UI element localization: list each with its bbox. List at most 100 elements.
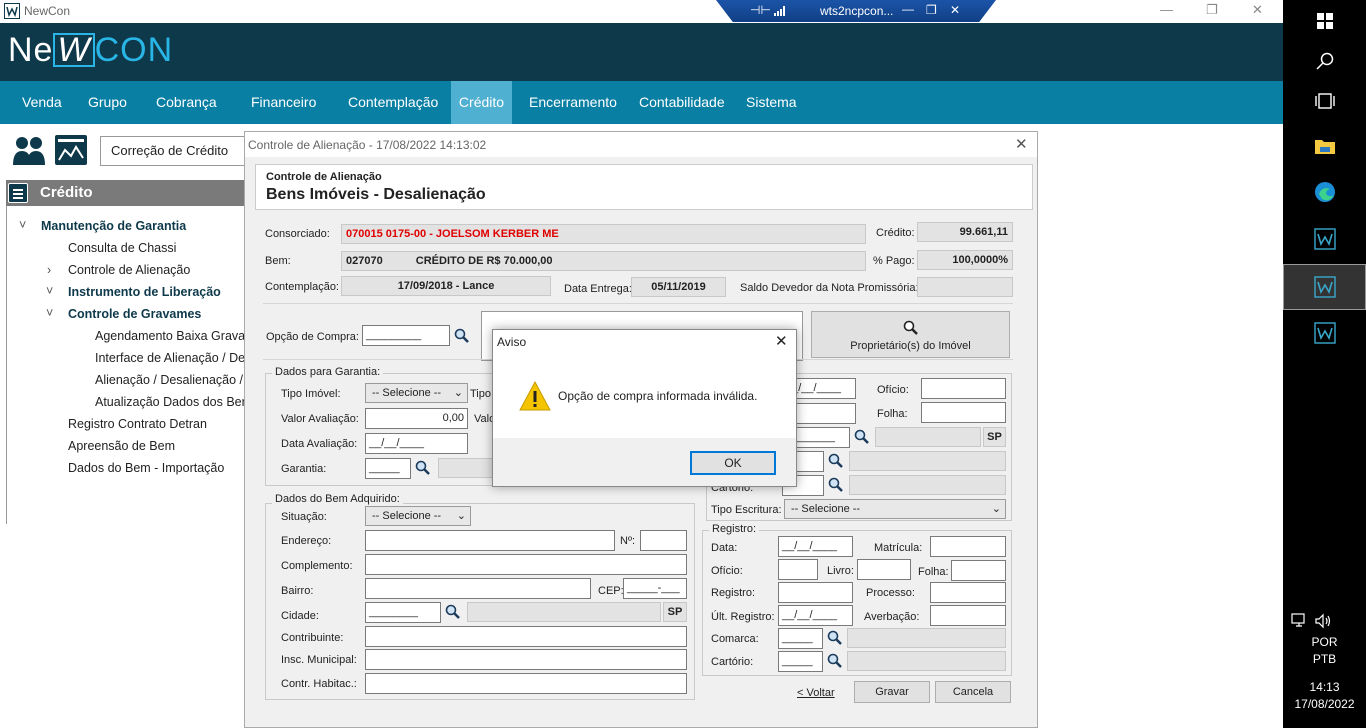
sidebar-item-agendamento[interactable]: Agendamento Baixa Gravam [95,329,256,343]
expand-icon[interactable]: ˅ [19,218,26,232]
registro-cartorio-input[interactable]: _____ [778,651,823,672]
data-avaliacao-input[interactable]: __/__/____ [365,433,468,454]
sidebar-item-dados-bem-importacao[interactable]: Dados do Bem - Importação [68,461,224,475]
clock-date[interactable]: 17/08/2022 [1283,697,1366,711]
search-icon[interactable] [454,328,470,344]
sidebar-item-manutencao-garantia[interactable]: Manutenção de Garantia [41,219,186,233]
menu-encerramento[interactable]: Encerramento [519,81,627,124]
search-icon[interactable] [445,604,461,620]
sidebar-item-consulta-chassi[interactable]: Consulta de Chassi [68,241,176,255]
comarca-input[interactable]: _____ [778,628,823,649]
tipo-escritura-label: Tipo Escritura: [711,504,782,516]
numero-input[interactable] [640,530,687,551]
users-icon[interactable] [12,134,46,166]
sidebar-item-alienacao-desalienacao[interactable]: Alienação / Desalienação / [95,373,243,387]
restore-icon[interactable]: ❐ [1206,2,1218,18]
close-icon[interactable]: ✕ [1252,2,1263,18]
signal-icon [774,6,785,16]
search-icon[interactable] [827,653,843,669]
search-icon[interactable] [828,477,844,493]
newcon-taskbar-icon[interactable] [1283,312,1366,354]
pin-icon[interactable]: ⊣⊢ [750,3,771,17]
contr-habitac-input[interactable] [365,673,687,694]
ok-button[interactable]: OK [690,451,776,475]
aviso-close-icon[interactable]: ✕ [775,332,788,350]
averbacao-input[interactable] [930,605,1006,626]
dialog-close-icon[interactable]: ✕ [1015,135,1028,153]
ult-registro-input[interactable]: __/__/____ [778,605,853,626]
bairro-input[interactable] [365,578,591,599]
insc-municipal-input[interactable] [365,649,687,670]
matricula-input[interactable] [930,536,1006,557]
cidade-input[interactable]: ________ [365,602,441,623]
menu-list-icon[interactable] [8,183,28,203]
network-icon[interactable] [1291,613,1309,629]
rd-restore-icon[interactable]: ❐ [926,3,937,17]
proprietarios-button[interactable]: Proprietário(s) do Imóvel [811,311,1010,358]
sidebar-item-instrumento-liberacao[interactable]: Instrumento de Liberação [68,285,221,299]
endereco-label: Endereço: [281,535,332,547]
situacao-select[interactable]: -- Selecione -- ⌄ [365,506,471,526]
oficio-input[interactable] [921,378,1006,399]
menu-financeiro[interactable]: Financeiro [241,81,326,124]
rd-minimize-icon[interactable]: — [902,2,914,16]
registro-folha-input[interactable] [951,560,1006,581]
sidebar-item-registro-contrato[interactable]: Registro Contrato Detran [68,417,207,431]
complemento-input[interactable] [365,554,687,575]
sidebar-item-apreensao-bem[interactable]: Apreensão de Bem [68,439,175,453]
folha-input[interactable] [921,402,1006,423]
sidebar-item-controle-gravames[interactable]: Controle de Gravames [68,307,201,321]
cidade-description [467,602,661,622]
edge-browser-icon[interactable] [1283,171,1366,213]
menu-cobranca[interactable]: Cobrança [146,81,227,124]
clock-time[interactable]: 14:13 [1283,680,1366,694]
registro-oficio-input[interactable] [778,559,818,580]
gravar-button[interactable]: Gravar [854,681,930,703]
tipo-escritura-select[interactable]: -- Selecione -- ⌄ [784,499,1006,519]
sidebar-item-interface-alienacao[interactable]: Interface de Alienação / Des [95,351,251,365]
file-explorer-icon[interactable] [1283,125,1366,167]
sidebar-item-atualizacao-dados[interactable]: Atualização Dados dos Ben [95,395,249,409]
minimize-icon[interactable]: — [1160,2,1173,17]
menu-credito[interactable]: Crédito [451,81,512,124]
garantia-input[interactable]: _____ [365,458,411,479]
endereco-input[interactable] [365,530,615,551]
newcon-taskbar-icon[interactable] [1283,264,1366,310]
keyboard-layout-indicator[interactable]: PTB [1283,652,1366,666]
aviso-title: Aviso [497,335,527,349]
volume-icon[interactable] [1314,613,1332,629]
search-icon[interactable] [415,460,431,476]
expand-icon[interactable]: ˅ [46,284,53,298]
menu-sistema[interactable]: Sistema [736,81,807,124]
registro-input[interactable] [778,582,853,603]
search-icon[interactable] [828,453,844,469]
functionality-search-input[interactable]: Correção de Crédito [100,136,250,166]
report-icon[interactable] [54,134,88,166]
menu-grupo[interactable]: Grupo [78,81,137,124]
cancela-button[interactable]: Cancela [935,681,1011,703]
sidebar-item-controle-alienacao[interactable]: Controle de Alienação [68,263,190,277]
search-icon[interactable] [827,630,843,646]
registro-data-input[interactable]: __/__/____ [778,536,853,557]
task-view-icon[interactable] [1283,80,1366,122]
livro-input[interactable] [857,559,911,580]
menu-venda[interactable]: Venda [12,81,72,124]
menu-contemplacao[interactable]: Contemplação [338,81,448,124]
processo-input[interactable] [930,582,1006,603]
valor-avaliacao-input[interactable]: 0,00 [365,408,468,429]
rd-close-icon[interactable]: ✕ [950,3,960,17]
windows-start-icon[interactable] [1283,0,1366,42]
language-indicator[interactable]: POR [1283,635,1366,649]
tipo-imovel-select[interactable]: -- Selecione -- ⌄ [365,383,468,403]
voltar-button[interactable]: < Voltar [797,685,835,701]
folha-label: Folha: [877,408,908,420]
contribuinte-input[interactable] [365,626,687,647]
newcon-taskbar-icon[interactable] [1283,218,1366,260]
collapse-icon[interactable]: › [47,263,51,277]
opcao-compra-input[interactable]: _________ [362,325,450,346]
cep-input[interactable]: _____-___ [623,578,687,599]
search-icon[interactable] [854,429,870,445]
menu-contabilidade[interactable]: Contabilidade [629,81,735,124]
expand-icon[interactable]: ˅ [46,306,53,320]
search-icon[interactable] [1283,40,1366,82]
